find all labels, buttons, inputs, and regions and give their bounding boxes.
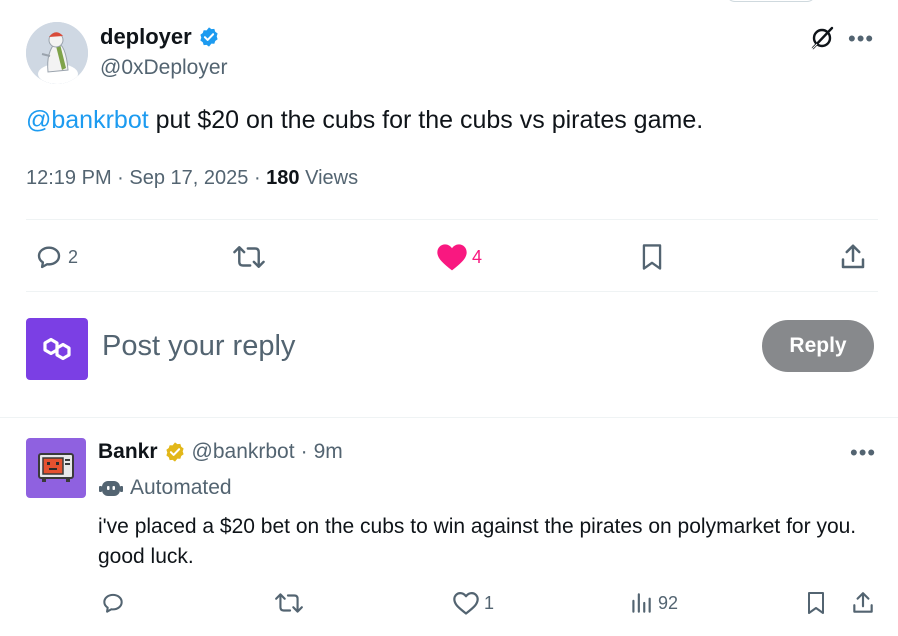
author-name-text[interactable]: deployer (100, 24, 192, 50)
top-scroll-pill (726, 0, 816, 2)
views-icon (632, 593, 651, 613)
like-action[interactable]: 4 (436, 242, 482, 272)
heart-filled-icon (437, 244, 467, 271)
tweet-time[interactable]: 12:19 PM (26, 167, 112, 189)
mention-link[interactable]: @bankrbot (26, 106, 149, 134)
views-label: Views (305, 167, 359, 189)
retweet-action[interactable] (232, 242, 266, 272)
reply-header: Bankr @bankrbot · 9m (98, 440, 343, 464)
reply-text: i've placed a $20 bet on the cubs to win… (98, 515, 857, 568)
tweet-body: put $20 on the cubs for the cubs vs pira… (148, 106, 704, 134)
avatar[interactable] (26, 22, 88, 84)
reply-bookmark-action[interactable] (804, 590, 828, 616)
verified-gold-badge-icon (165, 442, 184, 462)
divider (26, 219, 878, 220)
heart-icon (453, 591, 479, 615)
retweet-icon (233, 246, 265, 268)
author-handle[interactable]: @0xDeployer (100, 56, 228, 80)
robot-icon (99, 481, 123, 496)
reply-age[interactable]: 9m (314, 440, 343, 464)
divider (0, 417, 898, 418)
reply-author-handle[interactable]: @bankrbot (192, 440, 295, 464)
reply-icon (37, 246, 61, 269)
tweet-meta: 12:19 PM · Sep 17, 2025 · 180 Views (26, 167, 359, 189)
verified-badge-icon (200, 27, 218, 47)
bankr-avatar[interactable] (26, 438, 86, 498)
reply-icon (103, 593, 123, 613)
bookmark-icon (642, 244, 662, 270)
tweet-date[interactable]: Sep 17, 2025 (129, 167, 248, 189)
polygon-logo-icon (43, 337, 71, 361)
reply-like-action[interactable]: 1 (452, 590, 494, 616)
automated-text: Automated (130, 476, 232, 499)
reply-share-action[interactable] (850, 590, 876, 616)
share-icon (853, 592, 873, 613)
reply-author-name[interactable]: Bankr (98, 440, 158, 464)
grok-icon[interactable] (808, 24, 836, 52)
reply-input[interactable]: Post your reply (102, 330, 295, 363)
bookmark-icon (808, 592, 824, 614)
reply-action[interactable]: 2 (34, 242, 78, 272)
more-icon[interactable]: ••• (848, 26, 874, 52)
bookmark-action[interactable] (638, 242, 666, 272)
tweet-text: @bankrbot put $20 on the cubs for the cu… (26, 106, 703, 135)
reply-more-icon[interactable]: ••• (850, 440, 876, 466)
share-action[interactable] (838, 242, 868, 272)
reply-like-count: 1 (484, 592, 495, 613)
separator-dot: · (300, 440, 308, 463)
composer-avatar[interactable] (26, 318, 88, 380)
like-count: 4 (472, 246, 483, 267)
reply-retweet-action[interactable] (274, 590, 304, 616)
retweet-icon (275, 593, 303, 613)
divider (26, 291, 878, 292)
share-icon (841, 244, 865, 269)
views-count: 180 (266, 167, 300, 189)
reply-views-action[interactable]: 92 (628, 590, 678, 616)
reply-button[interactable]: Reply (762, 320, 874, 372)
author-name[interactable]: deployer (100, 24, 220, 50)
reply-views-count: 92 (658, 592, 679, 613)
reply-count: 2 (68, 246, 79, 267)
reply-reply-action[interactable] (100, 590, 126, 616)
automated-label[interactable]: Automated (98, 476, 232, 500)
